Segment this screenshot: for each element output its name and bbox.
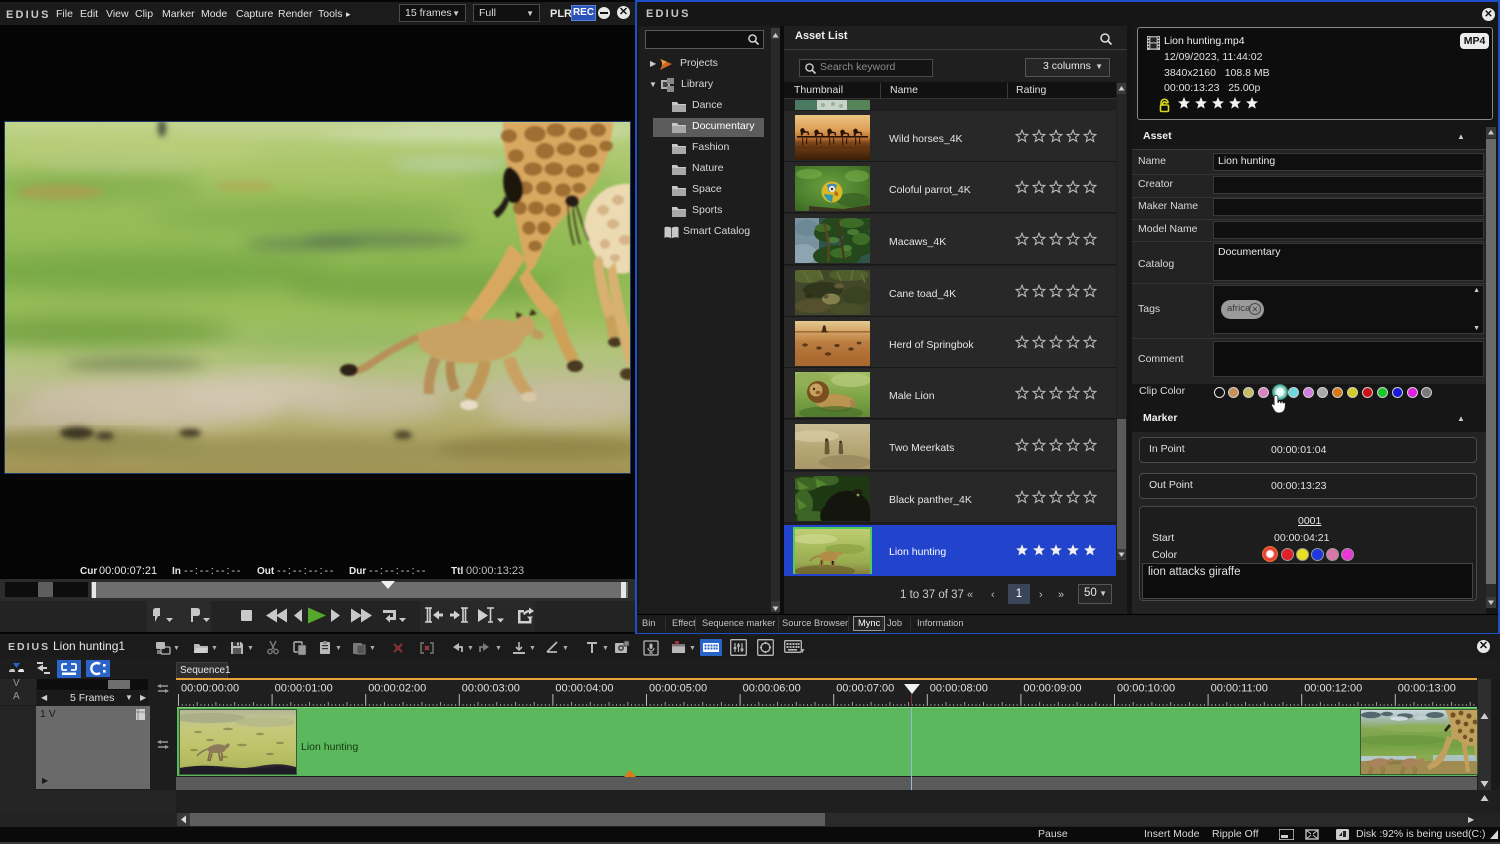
svg-text:00:00:09:00: 00:00:09:00 — [1023, 683, 1081, 695]
svg-text:00:00:05:00: 00:00:05:00 — [649, 683, 707, 695]
svg-text:00:00:01:00: 00:00:01:00 — [275, 683, 333, 695]
svg-text:00:00:00:00: 00:00:00:00 — [181, 683, 239, 695]
svg-text:00:00:08:00: 00:00:08:00 — [930, 683, 988, 695]
svg-text:00:00:04:00: 00:00:04:00 — [555, 683, 613, 695]
svg-text:00:00:10:00: 00:00:10:00 — [1117, 683, 1175, 695]
svg-text:00:00:11:00: 00:00:11:00 — [1211, 683, 1268, 695]
svg-text:00:00:07:00: 00:00:07:00 — [836, 683, 894, 695]
svg-text:00:00:06:00: 00:00:06:00 — [743, 683, 801, 695]
svg-text:00:00:12:00: 00:00:12:00 — [1304, 683, 1362, 695]
svg-text:00:00:13:00: 00:00:13:00 — [1398, 683, 1456, 695]
svg-text:00:00:02:00: 00:00:02:00 — [368, 683, 426, 695]
svg-text:00:00:03:00: 00:00:03:00 — [462, 683, 520, 695]
